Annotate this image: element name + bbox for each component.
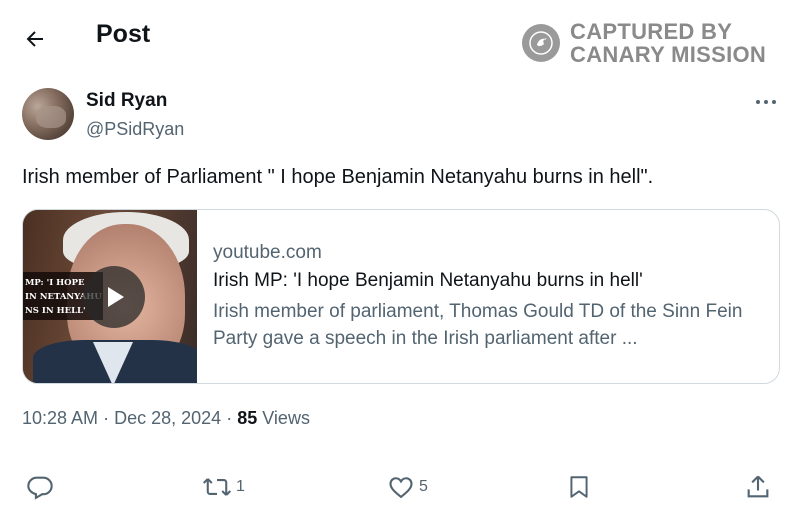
post-header: Post CAPTURED BY CANARY MISSION: [0, 0, 800, 76]
arrow-left-icon: [26, 31, 43, 47]
canary-mission-watermark: CAPTURED BY CANARY MISSION: [522, 18, 792, 68]
post-meta: 10:28 AM · Dec 28, 2024 · 85 Views: [22, 408, 310, 429]
play-button[interactable]: [83, 266, 145, 328]
link-preview-card[interactable]: MP: 'I HOPE IN NETANYAHU NS IN HELL' you…: [22, 209, 780, 384]
repost-count: 1: [236, 478, 245, 495]
meta-separator: ·: [226, 408, 233, 428]
page-title: Post: [96, 20, 151, 48]
repost-icon: [202, 478, 232, 496]
meta-separator: ·: [103, 408, 110, 428]
link-title: Irish MP: 'I hope Benjamin Netanyahu bur…: [213, 270, 643, 291]
views-label: Views: [262, 408, 310, 428]
avatar[interactable]: [22, 88, 74, 140]
like-count: 5: [419, 478, 428, 495]
play-icon: [108, 287, 124, 307]
reply-icon: [27, 476, 53, 500]
link-description: Irish member of parliament, Thomas Gould…: [213, 301, 743, 349]
repost-button[interactable]: 1: [202, 470, 245, 504]
link-domain: youtube.com: [213, 242, 322, 263]
bookmark-icon: [570, 476, 588, 498]
views-count: 85: [237, 408, 258, 428]
bookmark-button[interactable]: [566, 470, 596, 504]
like-icon: [389, 477, 413, 499]
author-handle[interactable]: @PSidRyan: [86, 119, 184, 140]
more-horizontal-icon: [756, 100, 760, 104]
share-button[interactable]: [744, 470, 772, 504]
post-date[interactable]: Dec 28, 2024: [114, 408, 221, 428]
reply-button[interactable]: [26, 470, 58, 504]
author-display-name[interactable]: Sid Ryan: [86, 90, 167, 112]
back-button[interactable]: [18, 22, 52, 56]
like-button[interactable]: 5: [387, 470, 428, 504]
post-text: Irish member of Parliament " I hope Benj…: [22, 166, 654, 188]
action-bar: 1 5: [0, 470, 800, 506]
link-card-body: youtube.com Irish MP: 'I hope Benjamin N…: [213, 242, 773, 352]
share-icon: [747, 475, 769, 498]
post-time[interactable]: 10:28 AM: [22, 408, 98, 428]
more-options-button[interactable]: [748, 90, 784, 114]
canary-bird-icon: [522, 24, 560, 62]
watermark-text: CAPTURED BY CANARY MISSION: [570, 19, 767, 67]
video-thumbnail[interactable]: MP: 'I HOPE IN NETANYAHU NS IN HELL': [23, 210, 197, 383]
